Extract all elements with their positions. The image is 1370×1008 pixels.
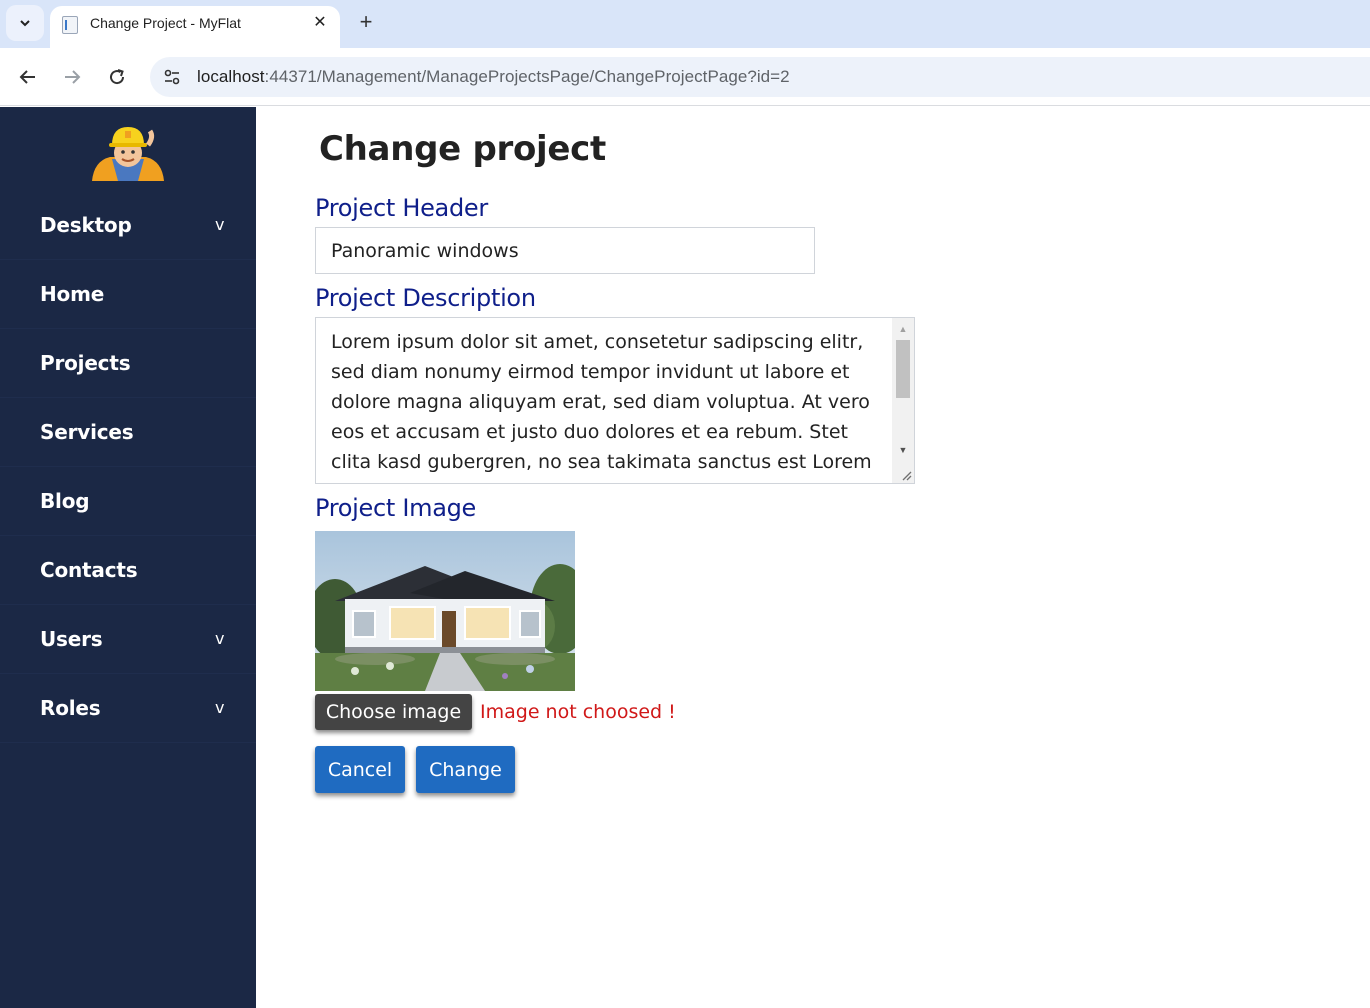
chevron-down-icon: v	[215, 698, 225, 717]
sidebar-item-label: Blog	[40, 489, 90, 513]
url-path: :44371/Management/ManageProjectsPage/Cha…	[264, 67, 790, 86]
back-arrow-icon	[19, 70, 35, 84]
sidebar-menu: Desktop v Home Projects Services Blog Co…	[0, 191, 256, 743]
cancel-button[interactable]: Cancel	[315, 746, 405, 793]
resize-grip-icon[interactable]	[900, 469, 912, 481]
main-content: Change project Project Header Project De…	[256, 107, 1370, 1008]
new-tab-button[interactable]: +	[352, 8, 380, 36]
sidebar-item-label: Contacts	[40, 558, 138, 582]
sidebar-item-label: Users	[40, 627, 103, 651]
page-favicon-icon	[62, 16, 78, 34]
sidebar-item-label: Projects	[40, 351, 131, 375]
url-text: localhost:44371/Management/ManageProject…	[197, 67, 790, 87]
page-title: Change project	[319, 129, 606, 169]
sidebar: Desktop v Home Projects Services Blog Co…	[0, 107, 256, 1008]
reload-icon	[110, 69, 125, 85]
sidebar-item-home[interactable]: Home	[0, 260, 256, 329]
sidebar-item-contacts[interactable]: Contacts	[0, 536, 256, 605]
sidebar-item-label: Services	[40, 420, 134, 444]
tab-search-button[interactable]	[6, 5, 44, 41]
project-header-input[interactable]	[315, 227, 815, 274]
site-info-icon[interactable]	[160, 65, 184, 89]
chevron-down-icon: v	[215, 215, 225, 234]
scroll-down-arrow-icon[interactable]: ▼	[892, 441, 914, 459]
sidebar-item-users[interactable]: Users v	[0, 605, 256, 674]
project-description-textarea[interactable]: Lorem ipsum dolor sit amet, consetetur s…	[315, 317, 915, 484]
forward-arrow-icon	[65, 70, 81, 84]
chevron-down-icon: v	[215, 629, 225, 648]
scroll-up-arrow-icon[interactable]: ▲	[892, 320, 914, 338]
sidebar-item-blog[interactable]: Blog	[0, 467, 256, 536]
sidebar-item-projects[interactable]: Projects	[0, 329, 256, 398]
change-button[interactable]: Change	[416, 746, 515, 793]
sidebar-item-label: Roles	[40, 696, 101, 720]
tab-title: Change Project - MyFlat	[90, 15, 241, 31]
sidebar-item-label: Home	[40, 282, 105, 306]
project-description-label: Project Description	[315, 284, 536, 312]
back-button[interactable]	[13, 62, 43, 92]
tab-close-icon[interactable]: ✕	[310, 13, 330, 33]
browser-tabstrip: Change Project - MyFlat ✕ +	[0, 0, 1370, 48]
chevron-down-icon	[20, 20, 30, 27]
textarea-scrollbar[interactable]: ▲ ▼	[892, 318, 914, 483]
forward-button[interactable]	[57, 62, 87, 92]
sidebar-item-roles[interactable]: Roles v	[0, 674, 256, 743]
browser-tab[interactable]: Change Project - MyFlat ✕	[50, 6, 340, 48]
url-host: localhost	[197, 67, 265, 86]
scroll-thumb[interactable]	[896, 340, 910, 398]
project-image-preview	[315, 531, 575, 691]
project-image-label: Project Image	[315, 494, 477, 522]
sidebar-item-label: Desktop	[40, 213, 132, 237]
site-logo[interactable]	[88, 123, 168, 183]
image-error-message: Image not choosed !	[480, 701, 676, 723]
reload-button[interactable]	[102, 62, 132, 92]
choose-image-button[interactable]: Choose image	[315, 694, 472, 730]
address-bar[interactable]: localhost:44371/Management/ManageProject…	[150, 57, 1370, 97]
browser-toolbar: localhost:44371/Management/ManageProject…	[0, 48, 1370, 106]
project-description-text: Lorem ipsum dolor sit amet, consetetur s…	[331, 331, 872, 473]
sidebar-item-desktop[interactable]: Desktop v	[0, 191, 256, 260]
sidebar-item-services[interactable]: Services	[0, 398, 256, 467]
project-header-label: Project Header	[315, 194, 488, 222]
